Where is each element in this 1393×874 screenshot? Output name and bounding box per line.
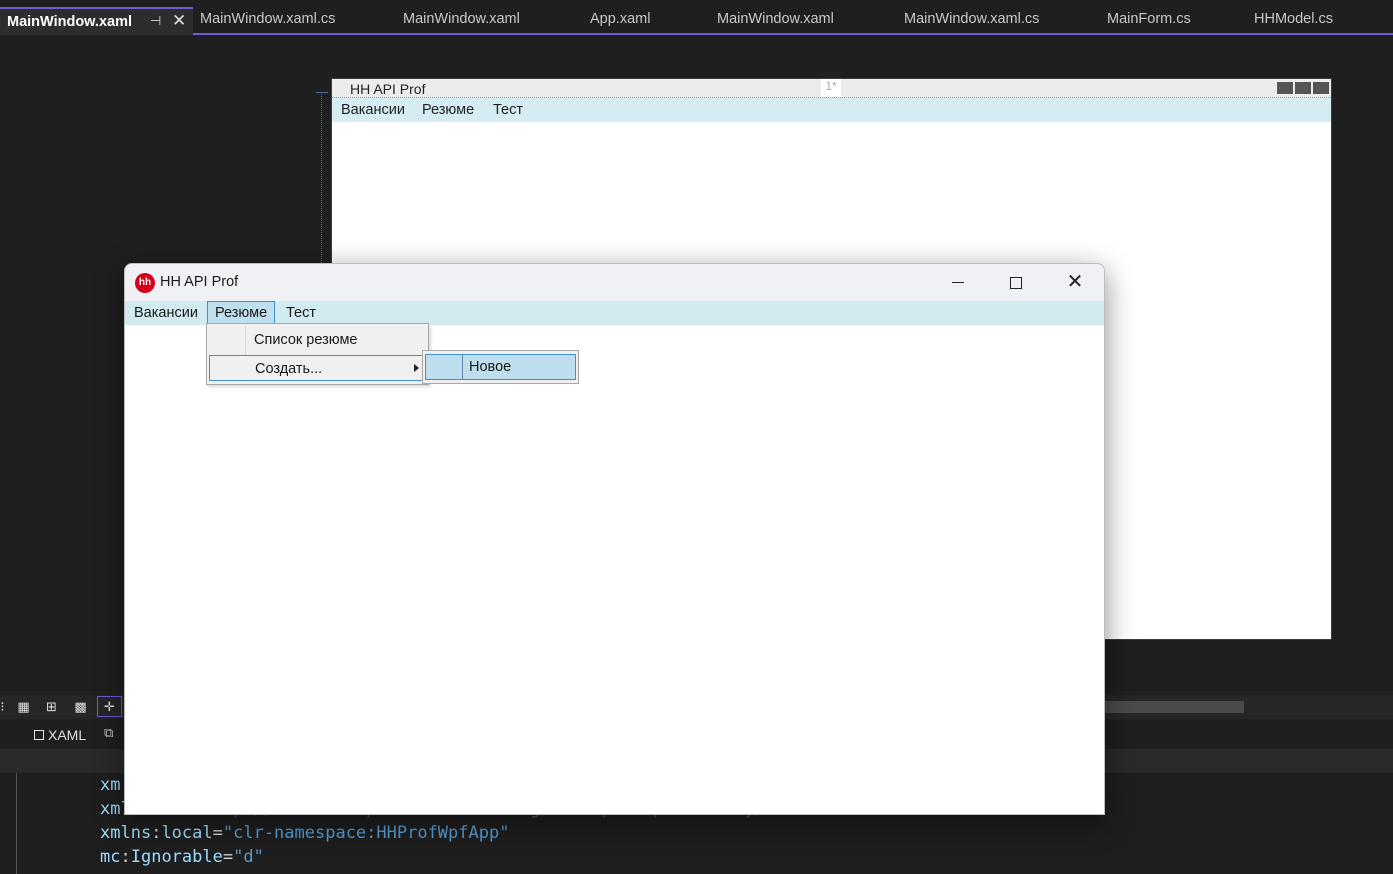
designer-guide-tick	[316, 92, 328, 93]
tab-label: MainWindow.xaml.cs	[200, 11, 336, 27]
menu-icon-column-separator	[462, 355, 463, 379]
toolbar-edge-icon[interactable]: ⁝	[0, 699, 11, 714]
code-line-1: xm	[100, 775, 120, 795]
tab-label: App.xaml	[590, 11, 651, 27]
code-token: mc	[100, 847, 121, 867]
grid-icon[interactable]: ▦	[15, 699, 32, 714]
designer-max-icon	[1295, 82, 1311, 94]
editor-gutter	[16, 773, 17, 874]
menu-vacancies[interactable]: Вакансии	[134, 301, 198, 325]
designer-guide-line	[321, 92, 322, 267]
popout-icon[interactable]: ⧉	[104, 725, 113, 741]
tab-label: MainWindow.xaml	[403, 11, 520, 27]
tab-mainwindow-xaml-2[interactable]: MainWindow.xaml	[403, 7, 520, 33]
app-menu-bar: Вакансии Резюме Тест	[125, 301, 1104, 325]
code-token: "clr-namespace:HHProfWpfApp"	[222, 823, 510, 843]
code-line-4: mc:Ignorable="d"	[100, 847, 264, 867]
pin-icon[interactable]: ⊣	[150, 13, 161, 29]
designer-menu-vacancies[interactable]: Вакансии	[341, 102, 405, 118]
hh-logo-icon: hh	[135, 273, 155, 293]
tab-mainform-cs[interactable]: MainForm.cs	[1107, 7, 1191, 33]
snap-lines-icon[interactable]: ✛	[97, 696, 122, 717]
tab-mainwindow-xaml-cs-2[interactable]: MainWindow.xaml.cs	[904, 7, 1039, 33]
code-token: "d"	[233, 847, 264, 867]
tab-label: MainWindow.xaml	[717, 11, 834, 27]
tab-mainwindow-xaml-cs[interactable]: MainWindow.xaml.cs	[200, 7, 335, 33]
code-token: xm	[100, 775, 121, 795]
tab-label: MainWindow.xaml.cs	[904, 11, 1040, 27]
code-line-3: xmlns:local="clr-namespace:HHProfWpfApp"	[100, 823, 509, 843]
xaml-pane-label: XAML	[48, 727, 87, 743]
code-token: xmlns	[100, 823, 152, 843]
designer-size-badge: 1*	[821, 79, 841, 97]
tab-app-xaml[interactable]: App.xaml	[590, 7, 650, 33]
create-submenu: Новое	[422, 350, 579, 384]
designer-menu-resume[interactable]: Резюме	[422, 102, 474, 118]
submenu-arrow-icon	[414, 364, 419, 372]
close-icon[interactable]: ✕	[172, 11, 186, 31]
code-token: =	[212, 823, 223, 843]
resume-dropdown-menu: Список резюме Создать...	[206, 323, 429, 385]
tab-mainwindow-xaml-3[interactable]: MainWindow.xaml	[717, 7, 834, 33]
designer-menu-test[interactable]: Тест	[493, 102, 523, 118]
menu-item-create[interactable]: Создать...	[209, 355, 426, 381]
tab-label: MainWindow.xaml	[7, 14, 133, 30]
designer-close-icon	[1313, 82, 1329, 94]
menu-item-new[interactable]: Новое	[425, 354, 576, 380]
xaml-pane-icon	[34, 730, 44, 740]
code-token: :	[151, 823, 162, 843]
menu-item-label: Список резюме	[254, 332, 358, 348]
designer-window-title: HH API Prof	[350, 81, 426, 97]
menu-item-label: Создать...	[255, 361, 323, 377]
tab-hhmodel-cs[interactable]: HHModel.cs	[1254, 7, 1333, 33]
designer-min-icon	[1277, 82, 1293, 94]
app-window: hh HH API Prof ✕ Вакансии Резюме Тест Сп…	[124, 263, 1105, 815]
menu-item-resume-list[interactable]: Список резюме	[209, 327, 426, 353]
tab-label: HHModel.cs	[1254, 11, 1333, 27]
code-token: Ignorable	[130, 847, 223, 867]
designer-menu-bar: Вакансии Резюме Тест	[332, 98, 1331, 122]
close-button[interactable]: ✕	[1064, 272, 1086, 294]
code-token: :	[120, 847, 131, 867]
xaml-pane-tab[interactable]: XAML	[34, 727, 86, 743]
menu-test[interactable]: Тест	[286, 301, 316, 325]
code-token: local	[161, 823, 213, 843]
snap-grid-icon[interactable]: ⊞	[43, 699, 60, 714]
designer-window-buttons	[1275, 81, 1329, 99]
checker-background-icon[interactable]: ▩	[72, 699, 89, 714]
menu-item-label: Новое	[469, 359, 512, 375]
horizontal-scrollbar[interactable]	[1104, 701, 1244, 713]
minimize-button[interactable]	[947, 272, 969, 294]
document-tab-strip: MainWindow.xaml ⊣ ✕ MainWindow.xaml.cs M…	[0, 0, 1393, 35]
app-window-title: HH API Prof	[160, 274, 239, 290]
maximize-button[interactable]	[1005, 272, 1027, 294]
code-token: =	[222, 847, 234, 867]
tab-mainwindow-xaml-active[interactable]: MainWindow.xaml ⊣ ✕	[0, 7, 193, 35]
menu-resume[interactable]: Резюме	[207, 301, 276, 325]
tab-label: MainForm.cs	[1107, 11, 1191, 27]
app-titlebar[interactable]: hh HH API Prof ✕	[125, 264, 1104, 301]
